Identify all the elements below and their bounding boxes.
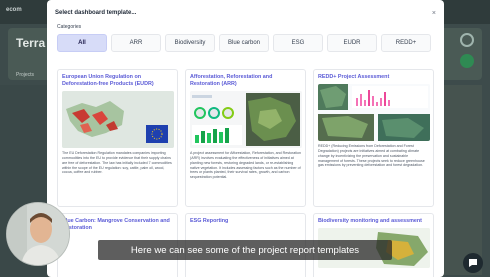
template-card-eudr[interactable]: European Union Regulation on Deforestati…: [57, 69, 178, 207]
chat-button[interactable]: [463, 253, 483, 273]
video-caption: Here we can see some of the project repo…: [98, 240, 392, 260]
modal-header: Select dashboard template... ×: [47, 0, 444, 20]
background-hero-subtitle: Projects: [16, 72, 35, 78]
card-description: The EU Deforestation Regulation mandates…: [62, 151, 172, 175]
card-description: A project assessment for Afforestation, …: [190, 151, 302, 180]
tab-all[interactable]: All: [57, 34, 107, 52]
card-description: REDD+ (Reducing Emissions from Deforesta…: [318, 144, 425, 168]
modal-title: Select dashboard template...: [55, 10, 137, 16]
background-check-icon: [460, 54, 474, 68]
background-right-panel: [440, 85, 482, 275]
eudr-map-thumbnail: [62, 91, 174, 149]
background-logo: ecom: [6, 7, 22, 13]
template-card-redd[interactable]: REDD+ Project Assessment REDD+ (Reducing…: [313, 69, 434, 207]
tab-arr[interactable]: ARR: [111, 34, 161, 52]
redd-dashboard-thumbnail: [318, 84, 430, 142]
tab-biodiversity[interactable]: Biodiversity: [165, 34, 215, 52]
categories-label: Categories: [57, 24, 82, 30]
template-modal: Select dashboard template... × Categorie…: [47, 0, 444, 277]
card-title: European Union Regulation on Deforestati…: [62, 74, 154, 88]
card-title: Afforestation, Reforestation and Restora…: [190, 74, 273, 88]
tab-blue-carbon[interactable]: Blue carbon: [219, 34, 269, 52]
tab-redd[interactable]: REDD+: [381, 34, 431, 52]
tab-esg[interactable]: ESG: [273, 34, 323, 52]
card-title: ESG Reporting: [190, 218, 229, 224]
arr-dashboard-thumbnail: [190, 91, 302, 149]
close-icon[interactable]: ×: [432, 10, 436, 17]
category-tabs: All ARR Biodiversity Blue carbon ESG EUD…: [57, 34, 431, 52]
background-radio-icon: [460, 33, 474, 47]
chat-icon: [469, 259, 477, 267]
template-card-arr[interactable]: Afforestation, Reforestation and Restora…: [185, 69, 306, 207]
card-title: REDD+ Project Assessment: [318, 74, 390, 80]
webcam-overlay: [6, 202, 70, 266]
tab-eudr[interactable]: EUDR: [327, 34, 377, 52]
card-title: Biodiversity monitoring and assessment: [318, 218, 422, 224]
card-title: Blue Carbon: Mangrove Conservation and R…: [62, 218, 170, 232]
